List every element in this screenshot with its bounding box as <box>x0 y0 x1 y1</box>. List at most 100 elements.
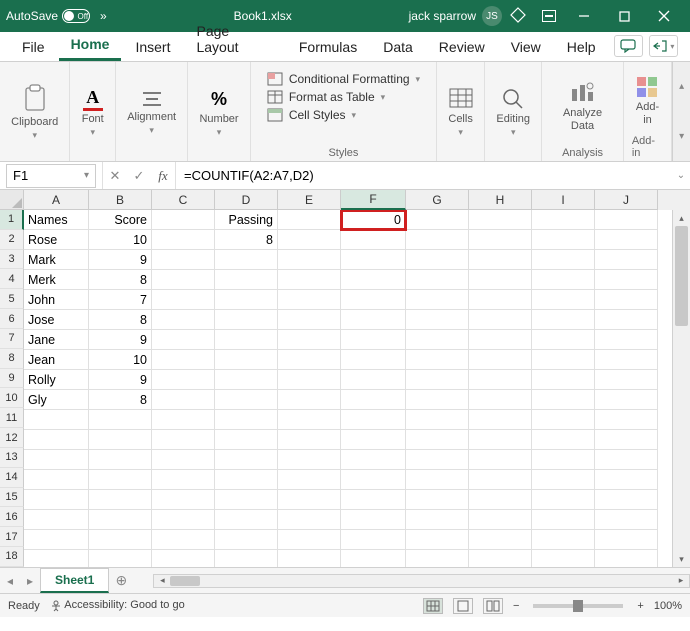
cell-C15[interactable] <box>152 490 215 510</box>
column-header-E[interactable]: E <box>278 190 341 210</box>
cell-I12[interactable] <box>532 430 595 450</box>
cell-G15[interactable] <box>406 490 469 510</box>
cell-J11[interactable] <box>595 410 658 430</box>
cell-B18[interactable] <box>89 550 152 567</box>
cell-I16[interactable] <box>532 510 595 530</box>
cells-button[interactable]: Cells <box>445 68 476 157</box>
cell-D4[interactable] <box>215 270 278 290</box>
maximize-button[interactable] <box>604 0 644 32</box>
cell-J13[interactable] <box>595 450 658 470</box>
zoom-out-button[interactable]: − <box>513 600 519 612</box>
cell-B13[interactable] <box>89 450 152 470</box>
row-header-5[interactable]: 5 <box>0 289 24 309</box>
font-button[interactable]: A Font <box>78 68 107 157</box>
cell-C11[interactable] <box>152 410 215 430</box>
cell-J14[interactable] <box>595 470 658 490</box>
formula-input[interactable]: =COUNTIF(A2:A7,D2) <box>175 162 672 189</box>
cell-J17[interactable] <box>595 530 658 550</box>
cell-B8[interactable]: 10 <box>89 350 152 370</box>
column-header-F[interactable]: F <box>341 190 406 210</box>
column-header-G[interactable]: G <box>406 190 469 210</box>
cell-I18[interactable] <box>532 550 595 567</box>
cell-B11[interactable] <box>89 410 152 430</box>
row-header-11[interactable]: 11 <box>0 408 24 428</box>
cell-E5[interactable] <box>278 290 341 310</box>
cell-G2[interactable] <box>406 230 469 250</box>
cell-B14[interactable] <box>89 470 152 490</box>
cell-I7[interactable] <box>532 330 595 350</box>
cell-B7[interactable]: 9 <box>89 330 152 350</box>
column-header-I[interactable]: I <box>532 190 595 210</box>
row-header-10[interactable]: 10 <box>0 388 24 408</box>
view-page-layout[interactable] <box>453 598 473 614</box>
cell-A11[interactable] <box>24 410 89 430</box>
cell-D11[interactable] <box>215 410 278 430</box>
sheet-nav-next[interactable]: ▸ <box>20 574 40 588</box>
cell-G18[interactable] <box>406 550 469 567</box>
cell-B4[interactable]: 8 <box>89 270 152 290</box>
cell-G9[interactable] <box>406 370 469 390</box>
zoom-level[interactable]: 100% <box>654 600 682 612</box>
row-header-16[interactable]: 16 <box>0 507 24 527</box>
cell-F17[interactable] <box>341 530 406 550</box>
cell-B6[interactable]: 8 <box>89 310 152 330</box>
cell-A18[interactable] <box>24 550 89 567</box>
cell-D10[interactable] <box>215 390 278 410</box>
cell-F2[interactable] <box>341 230 406 250</box>
cell-H7[interactable] <box>469 330 532 350</box>
hscroll-left-icon[interactable]: ◂ <box>154 575 170 586</box>
column-header-J[interactable]: J <box>595 190 658 210</box>
tab-page-layout[interactable]: Page Layout <box>184 17 284 61</box>
cell-E8[interactable] <box>278 350 341 370</box>
tab-help[interactable]: Help <box>555 33 608 61</box>
cell-E7[interactable] <box>278 330 341 350</box>
tab-data[interactable]: Data <box>371 33 425 61</box>
cell-J10[interactable] <box>595 390 658 410</box>
number-button[interactable]: % Number <box>196 68 242 157</box>
cell-H10[interactable] <box>469 390 532 410</box>
cell-E1[interactable] <box>278 210 341 230</box>
cell-G5[interactable] <box>406 290 469 310</box>
cell-G14[interactable] <box>406 470 469 490</box>
cell-E3[interactable] <box>278 250 341 270</box>
cell-A6[interactable]: Jose <box>24 310 89 330</box>
scroll-thumb[interactable] <box>675 226 688 326</box>
cell-I13[interactable] <box>532 450 595 470</box>
cell-A4[interactable]: Merk <box>24 270 89 290</box>
cell-A15[interactable] <box>24 490 89 510</box>
cell-F9[interactable] <box>341 370 406 390</box>
cell-A7[interactable]: Jane <box>24 330 89 350</box>
cancel-formula-button[interactable]: ✕ <box>103 168 127 184</box>
alignment-button[interactable]: Alignment <box>124 68 179 157</box>
cell-F14[interactable] <box>341 470 406 490</box>
cell-D2[interactable]: 8 <box>215 230 278 250</box>
column-header-D[interactable]: D <box>215 190 278 210</box>
hscroll-thumb[interactable] <box>170 576 200 586</box>
cell-H2[interactable] <box>469 230 532 250</box>
cell-G8[interactable] <box>406 350 469 370</box>
cell-I8[interactable] <box>532 350 595 370</box>
cell-H9[interactable] <box>469 370 532 390</box>
tab-home[interactable]: Home <box>59 30 122 61</box>
cell-H15[interactable] <box>469 490 532 510</box>
row-header-1[interactable]: 1 <box>0 210 24 230</box>
cell-F1[interactable]: 0 <box>341 210 406 230</box>
cell-G11[interactable] <box>406 410 469 430</box>
tab-insert[interactable]: Insert <box>123 33 182 61</box>
cell-H4[interactable] <box>469 270 532 290</box>
cell-I17[interactable] <box>532 530 595 550</box>
cell-H16[interactable] <box>469 510 532 530</box>
column-header-A[interactable]: A <box>24 190 89 210</box>
cell-C3[interactable] <box>152 250 215 270</box>
tab-file[interactable]: File <box>10 33 57 61</box>
cell-I2[interactable] <box>532 230 595 250</box>
cell-J18[interactable] <box>595 550 658 567</box>
row-header-8[interactable]: 8 <box>0 349 24 369</box>
cell-D13[interactable] <box>215 450 278 470</box>
cell-J4[interactable] <box>595 270 658 290</box>
horizontal-scrollbar[interactable]: ◂ ▸ <box>153 574 690 588</box>
cell-F15[interactable] <box>341 490 406 510</box>
cell-G4[interactable] <box>406 270 469 290</box>
cell-D18[interactable] <box>215 550 278 567</box>
cell-J5[interactable] <box>595 290 658 310</box>
